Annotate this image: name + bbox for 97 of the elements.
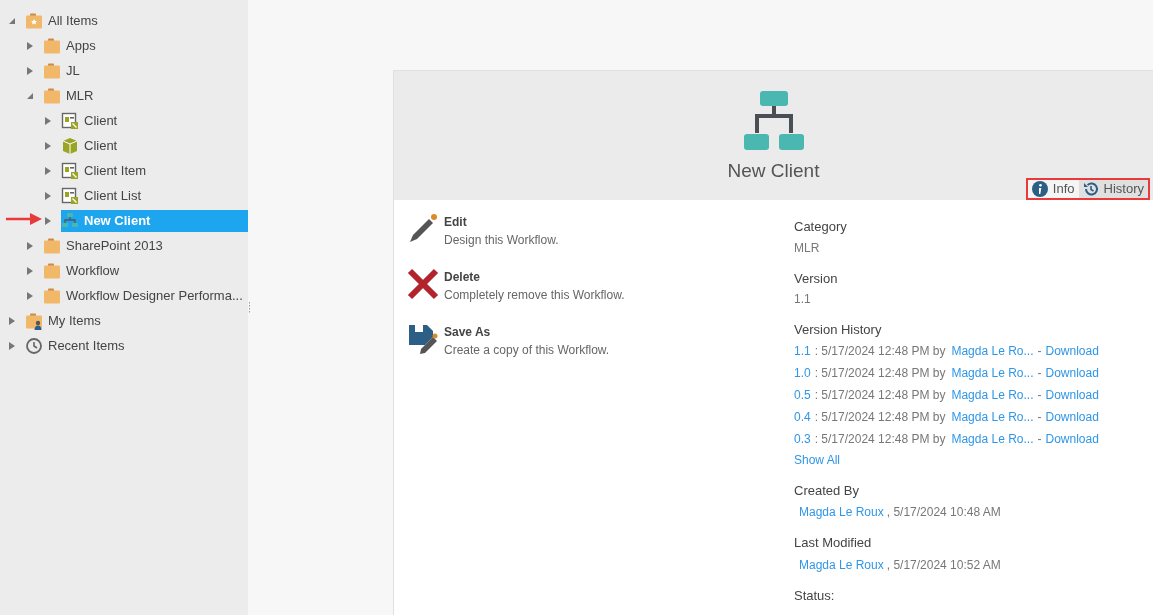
separator-dash: - xyxy=(1037,342,1042,360)
field-label: Category xyxy=(794,218,848,236)
form-icon xyxy=(61,111,79,130)
expand-arrow-icon[interactable] xyxy=(26,266,34,275)
expand-arrow-icon[interactable] xyxy=(44,216,52,225)
download-link[interactable]: Download xyxy=(1045,363,1099,382)
cube-icon xyxy=(61,136,79,155)
expand-arrow-icon[interactable] xyxy=(26,41,34,50)
annotation-arrow xyxy=(6,213,42,225)
tree-item[interactable]: Recent Items xyxy=(25,334,248,357)
expand-arrow-icon[interactable] xyxy=(26,241,34,250)
field-label: Status: xyxy=(794,586,836,605)
field-value: MLR xyxy=(794,239,821,257)
action-link[interactable]: Delete xyxy=(444,268,625,286)
version-link[interactable]: 0.5 xyxy=(794,385,811,404)
workflow-icon xyxy=(61,211,79,230)
field-label: Version History xyxy=(794,321,883,339)
tree-item[interactable]: JL xyxy=(43,59,248,82)
show-all-link[interactable]: Show All xyxy=(794,450,1099,469)
expand-arrow-icon[interactable] xyxy=(26,66,34,75)
field-label: Last Modified xyxy=(794,534,873,552)
folder-icon xyxy=(43,36,61,55)
tree-item[interactable]: SharePoint 2013 xyxy=(43,234,248,257)
item-title: New Client xyxy=(727,159,820,183)
expand-arrow-icon[interactable] xyxy=(26,291,34,300)
folder-icon xyxy=(43,286,61,305)
field-value: , 5/17/2024 10:52 AM xyxy=(886,556,1001,574)
version-link[interactable]: 0.4 xyxy=(794,407,811,426)
user-folder-icon xyxy=(25,311,43,330)
field-value: 1.1 xyxy=(794,291,812,308)
cross-icon xyxy=(407,268,439,300)
separator-dash: - xyxy=(1037,364,1042,382)
version-info: : 5/17/2024 12:48 PM by xyxy=(814,408,946,426)
expand-arrow-icon[interactable] xyxy=(44,166,52,175)
form-icon xyxy=(61,186,79,205)
separator-dash: - xyxy=(1037,408,1042,426)
download-link[interactable]: Download xyxy=(1045,407,1099,426)
clock-icon xyxy=(25,336,43,355)
action-description: Completely remove this Workflow. xyxy=(444,287,625,304)
tree-item[interactable]: Workflow Designer Performa... xyxy=(43,284,251,307)
field-label: Version xyxy=(794,269,839,288)
user-link[interactable]: Magda Le Roux xyxy=(799,555,884,574)
expand-arrow-icon[interactable] xyxy=(44,191,52,200)
workflow-icon xyxy=(742,90,805,152)
action-description: Design this Workflow. xyxy=(444,232,559,249)
collapse-arrow-icon[interactable] xyxy=(26,91,34,100)
version-link[interactable]: 1.0 xyxy=(794,363,811,382)
expand-arrow-icon[interactable] xyxy=(8,341,16,350)
tree-item[interactable]: Client List xyxy=(61,184,248,207)
action-description: Create a copy of this Workflow. xyxy=(444,342,610,359)
pencil-icon xyxy=(407,213,439,245)
action-link[interactable]: Save As xyxy=(444,323,610,341)
tree-item[interactable]: New Client xyxy=(61,209,248,232)
download-link[interactable]: Download xyxy=(1045,429,1099,448)
version-info: : 5/17/2024 12:48 PM by xyxy=(814,386,946,404)
version-link[interactable]: 1.1 xyxy=(794,341,811,360)
form-icon xyxy=(61,161,79,180)
version-info: : 5/17/2024 12:48 PM by xyxy=(814,430,946,448)
expand-arrow-icon[interactable] xyxy=(44,141,52,150)
expand-arrow-icon[interactable] xyxy=(44,116,52,125)
tree-item[interactable]: All Items xyxy=(25,9,248,32)
folder-icon xyxy=(43,236,61,255)
user-link[interactable]: Magda Le Ro... xyxy=(951,341,1034,360)
field-value: , 5/17/2024 10:48 AM xyxy=(886,504,1001,521)
save-as-icon xyxy=(407,323,439,355)
action-link[interactable]: Edit xyxy=(444,213,559,231)
user-link[interactable]: Magda Le Ro... xyxy=(951,429,1034,448)
history-icon xyxy=(1082,181,1099,197)
tree-item[interactable]: Client xyxy=(61,134,248,157)
star-folder-icon xyxy=(25,11,43,30)
splitter-handle-icon[interactable] xyxy=(248,301,251,314)
folder-icon xyxy=(43,61,61,80)
download-link[interactable]: Download xyxy=(1045,385,1099,404)
user-link[interactable]: Magda Le Roux xyxy=(799,503,884,521)
user-link[interactable]: Magda Le Ro... xyxy=(951,407,1034,426)
separator-dash: - xyxy=(1037,430,1042,448)
tree-item[interactable]: Client xyxy=(61,109,248,132)
tree-item[interactable]: Apps xyxy=(43,34,248,57)
version-info: : 5/17/2024 12:48 PM by xyxy=(814,342,946,360)
tree-item[interactable]: MLR xyxy=(43,84,248,107)
separator-dash: - xyxy=(1037,386,1042,404)
tree-item[interactable]: My Items xyxy=(25,309,248,332)
tree-item[interactable]: Client Item xyxy=(61,159,248,182)
version-info: : 5/17/2024 12:48 PM by xyxy=(814,364,946,382)
user-link[interactable]: Magda Le Ro... xyxy=(951,363,1034,382)
folder-icon xyxy=(43,86,61,105)
tab[interactable]: Info xyxy=(1027,180,1079,198)
version-link[interactable]: 0.3 xyxy=(794,429,811,448)
field-label: Created By xyxy=(794,481,861,500)
tab[interactable]: History xyxy=(1078,180,1148,198)
info-icon xyxy=(1031,181,1048,197)
expand-arrow-icon[interactable] xyxy=(8,316,16,325)
user-link[interactable]: Magda Le Ro... xyxy=(951,385,1034,404)
tree-item[interactable]: Workflow xyxy=(43,259,248,282)
collapse-arrow-icon[interactable] xyxy=(8,16,16,25)
download-link[interactable]: Download xyxy=(1045,341,1099,360)
folder-icon xyxy=(43,261,61,280)
